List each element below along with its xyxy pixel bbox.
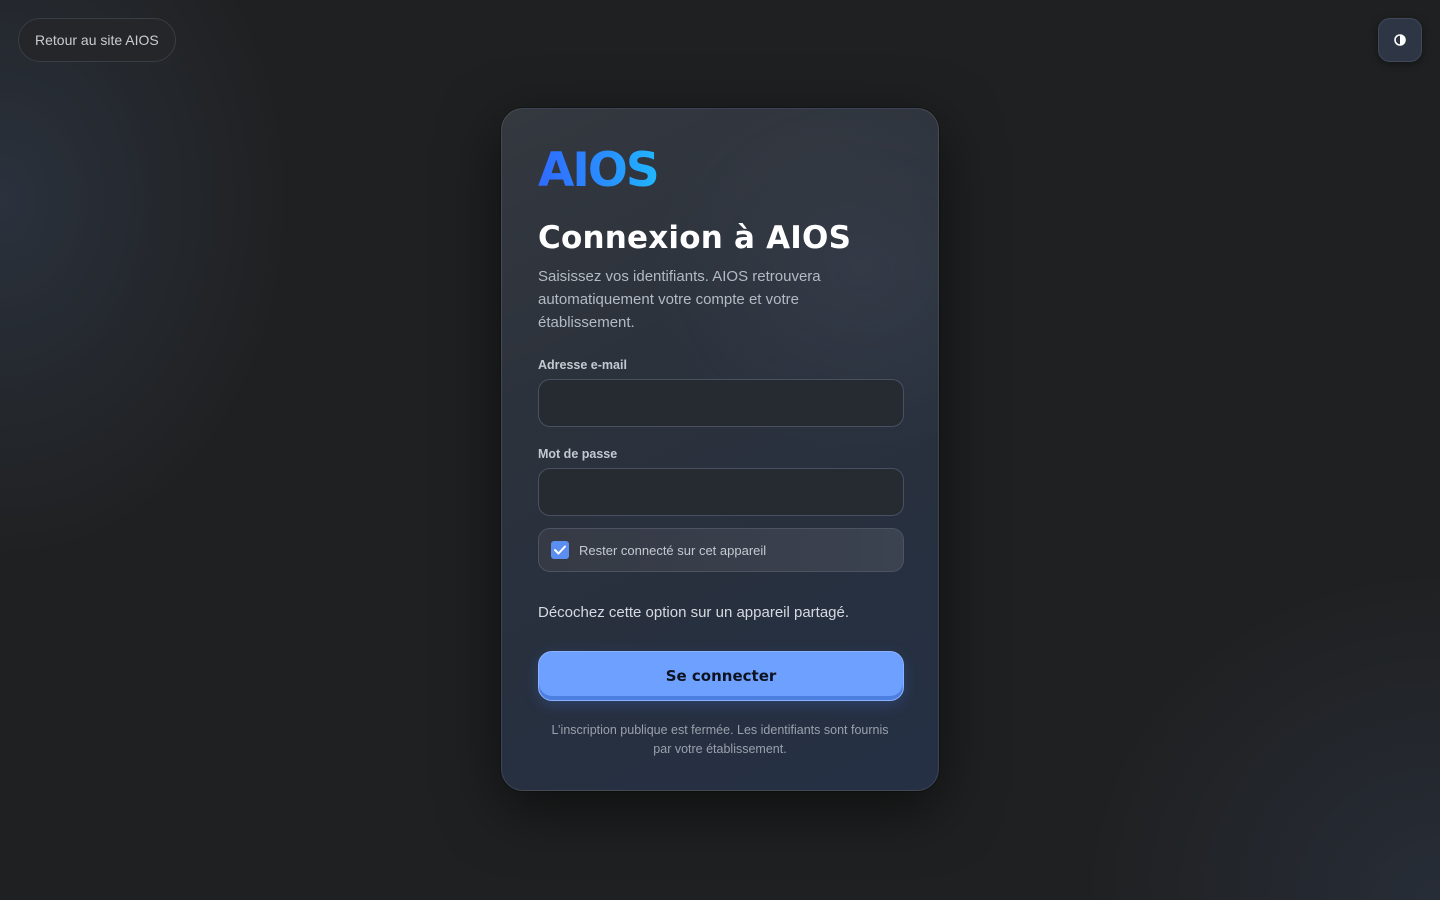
remember-me-checkbox[interactable] bbox=[551, 541, 569, 560]
logo-text: AIOS bbox=[538, 145, 658, 191]
registration-closed-note: L’inscription publique est fermée. Les i… bbox=[551, 723, 889, 757]
password-field[interactable] bbox=[538, 468, 904, 517]
checkmark-icon bbox=[554, 545, 566, 555]
password-label: Mot de passe bbox=[538, 447, 618, 462]
aios-logo: AIOS bbox=[538, 145, 660, 191]
theme-toggle-button[interactable] bbox=[1378, 18, 1422, 62]
login-card: AIOS Connexion à AIOS Saisissez vos iden… bbox=[501, 108, 939, 791]
sign-in-button[interactable]: Se connecter bbox=[538, 651, 904, 702]
email-label: Adresse e-mail bbox=[538, 358, 627, 373]
shared-device-hint: Décochez cette option sur un appareil pa… bbox=[538, 604, 850, 622]
remember-me-label: Rester connecté sur cet appareil bbox=[579, 542, 767, 558]
page-subtitle: Saisissez vos identifiants. AIOS retrouv… bbox=[538, 268, 821, 332]
half-circle-contrast-icon bbox=[1394, 31, 1406, 50]
back-to-site-button[interactable]: Retour au site AIOS bbox=[18, 18, 176, 62]
remember-me-option[interactable]: Rester connecté sur cet appareil bbox=[538, 528, 904, 573]
email-field[interactable] bbox=[538, 379, 904, 428]
page-title: Connexion à AIOS bbox=[538, 220, 852, 256]
